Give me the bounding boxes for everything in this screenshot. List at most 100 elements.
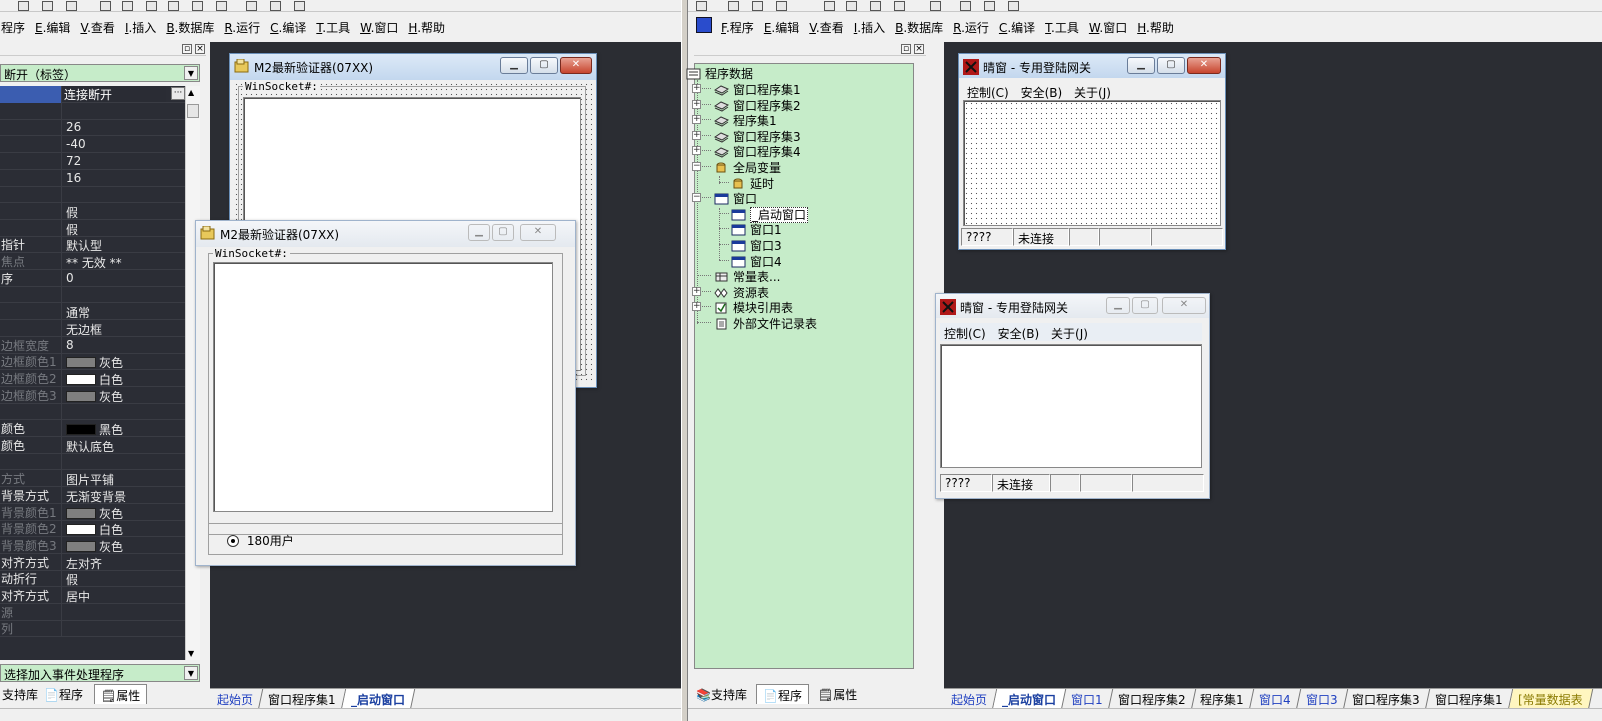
toolbar-icon[interactable]: [824, 1, 835, 11]
property-row[interactable]: 指针 默认型: [0, 236, 185, 254]
doc-tab[interactable]: 窗口1: [1061, 689, 1113, 708]
maximize-button[interactable]: ▢: [1157, 57, 1185, 74]
property-row[interactable]: [0, 286, 185, 304]
toolbar-icon[interactable]: [894, 1, 905, 11]
property-row[interactable]: 动折行假: [0, 570, 185, 588]
doc-tab[interactable]: [常量数据表: [1508, 689, 1593, 708]
toolbar-icon[interactable]: [1008, 1, 1019, 11]
menu-item[interactable]: W.窗口: [1084, 17, 1132, 38]
property-row[interactable]: 边框颜色2 白色: [0, 369, 185, 387]
tab-program[interactable]: 📄程序: [38, 684, 89, 704]
close-button[interactable]: ✕: [1162, 297, 1206, 314]
log-textbox[interactable]: [963, 100, 1221, 226]
maximize-button[interactable]: ▢: [530, 57, 558, 74]
tab-program[interactable]: 📄程序: [756, 684, 809, 704]
tab-support-library[interactable]: 📚支持库: [690, 684, 753, 704]
tree-node[interactable]: 资源表: [714, 284, 769, 300]
toolbar-icon[interactable]: [294, 1, 305, 11]
doc-tab[interactable]: _启动窗口: [992, 689, 1067, 708]
property-row[interactable]: [0, 403, 185, 421]
property-row[interactable]: 背景颜色1 灰色: [0, 503, 185, 521]
expand-icon[interactable]: +: [692, 115, 701, 125]
tree-node[interactable]: 模块引用表: [714, 299, 793, 315]
toolbar-icon[interactable]: [984, 1, 995, 11]
toolbar-icon[interactable]: [752, 1, 763, 11]
toolbar-icon[interactable]: [146, 1, 157, 11]
tree-node[interactable]: 常量表...: [714, 268, 780, 284]
gateway-window-front[interactable]: 晴窗 - 专用登陆网关 ▁ ▢ ✕ 控制(C) 安全(B) 关于(J) ????…: [935, 293, 1210, 499]
property-row[interactable]: [0, 102, 185, 120]
menu-item[interactable]: H.帮助: [1132, 17, 1179, 38]
tree-node[interactable]: 窗口: [714, 190, 757, 206]
toolbar-icon[interactable]: [66, 1, 77, 11]
expand-icon[interactable]: +: [692, 302, 701, 312]
menu-item[interactable]: 程序: [0, 17, 30, 38]
chevron-down-icon[interactable]: ▼: [184, 666, 198, 680]
doc-tab[interactable]: 窗口程序集3: [1343, 689, 1431, 708]
menu-item[interactable]: V.查看: [804, 17, 849, 38]
property-row[interactable]: 边框颜色3 灰色: [0, 386, 185, 404]
property-row[interactable]: 列: [0, 620, 185, 638]
menu-item[interactable]: R.运行: [219, 17, 265, 38]
menu-item[interactable]: B.数据库: [161, 17, 219, 38]
panel-close-icon[interactable]: ×: [195, 44, 205, 54]
toolbar-icon[interactable]: [930, 1, 941, 11]
property-row[interactable]: 背景颜色2 白色: [0, 520, 185, 538]
property-row[interactable]: 通常: [0, 303, 185, 321]
menu-item[interactable]: V.查看: [75, 17, 120, 38]
property-row[interactable]: 72: [0, 152, 185, 170]
maximize-button[interactable]: ▢: [492, 224, 514, 241]
toolbar-icon[interactable]: [246, 1, 257, 11]
minimize-button[interactable]: ▁: [468, 224, 490, 241]
window-titlebar[interactable]: 晴窗 - 专用登陆网关 ▁ ▢ ✕: [959, 54, 1225, 78]
window-titlebar[interactable]: M2最新验证器(07XX) ▁ ▢ ✕: [196, 221, 575, 247]
property-row[interactable]: 方式 图片平铺: [0, 470, 185, 488]
toolbar-icon[interactable]: [42, 1, 53, 11]
verifier-window-front[interactable]: M2最新验证器(07XX) ▁ ▢ ✕ WinSocket#: 180用户: [195, 220, 576, 566]
doc-tab[interactable]: 窗口3: [1296, 689, 1348, 708]
property-row[interactable]: 颜色 默认底色: [0, 436, 185, 454]
property-row[interactable]: 假: [0, 202, 185, 220]
collapse-icon[interactable]: −: [692, 162, 701, 171]
app-logo-icon[interactable]: [696, 17, 712, 33]
expand-icon[interactable]: +: [692, 130, 701, 140]
property-row[interactable]: 无边框: [0, 319, 185, 337]
menu-item[interactable]: H.帮助: [403, 17, 450, 38]
component-selector[interactable]: 断开（标签） ▼: [0, 64, 200, 82]
tree-node[interactable]: 窗口1: [731, 221, 782, 237]
tree-node[interactable]: 窗口3: [731, 237, 782, 253]
property-row[interactable]: 边框宽度 8: [0, 336, 185, 354]
menu-item[interactable]: B.数据库: [890, 17, 948, 38]
close-button[interactable]: ✕: [1187, 57, 1221, 74]
doc-tab[interactable]: 窗口程序集2: [1108, 689, 1196, 708]
toolbar-icon[interactable]: [122, 1, 133, 11]
toolbar-icon[interactable]: [728, 1, 739, 11]
collapse-icon[interactable]: −: [692, 193, 701, 203]
minimize-button[interactable]: ▁: [1106, 297, 1130, 314]
property-row[interactable]: -40: [0, 136, 185, 154]
doc-tab[interactable]: 起始页: [210, 689, 264, 708]
event-selector[interactable]: 选择加入事件处理程序 ▼: [0, 664, 200, 682]
tree-node[interactable]: 全局变量: [714, 159, 781, 175]
tree-node[interactable]: 外部文件记录表: [714, 315, 817, 331]
property-row[interactable]: 焦点 ** 无效 **: [0, 253, 185, 270]
menu-item[interactable]: I.插入: [120, 17, 161, 38]
window-titlebar[interactable]: M2最新验证器(07XX) ▁ ▢ ✕: [230, 54, 596, 80]
tab-properties[interactable]: 🗒属性: [812, 684, 864, 704]
tree-node[interactable]: 窗口4: [731, 253, 782, 269]
log-textbox[interactable]: [940, 344, 1202, 468]
property-row[interactable]: 连接断开 ···: [0, 86, 185, 103]
minimize-button[interactable]: ▁: [1127, 57, 1155, 74]
menu-item[interactable]: T.工具: [1040, 17, 1084, 38]
gateway-window-back[interactable]: 晴窗 - 专用登陆网关 ▁ ▢ ✕ 控制(C) 安全(B) 关于(J) ????…: [958, 53, 1226, 250]
toolbar-icon[interactable]: [776, 1, 787, 11]
doc-tab[interactable]: 窗口4: [1249, 689, 1301, 708]
scroll-thumb[interactable]: [187, 104, 199, 118]
scroll-up-icon[interactable]: ▲: [188, 88, 194, 97]
expand-icon[interactable]: +: [692, 146, 701, 156]
tree-node[interactable]: 窗口程序集3: [713, 128, 801, 144]
doc-tab[interactable]: 窗口程序集1: [1425, 689, 1513, 708]
expand-icon[interactable]: +: [692, 286, 701, 296]
property-row[interactable]: 边框颜色1 灰色: [0, 353, 185, 371]
close-button[interactable]: ✕: [560, 57, 592, 74]
